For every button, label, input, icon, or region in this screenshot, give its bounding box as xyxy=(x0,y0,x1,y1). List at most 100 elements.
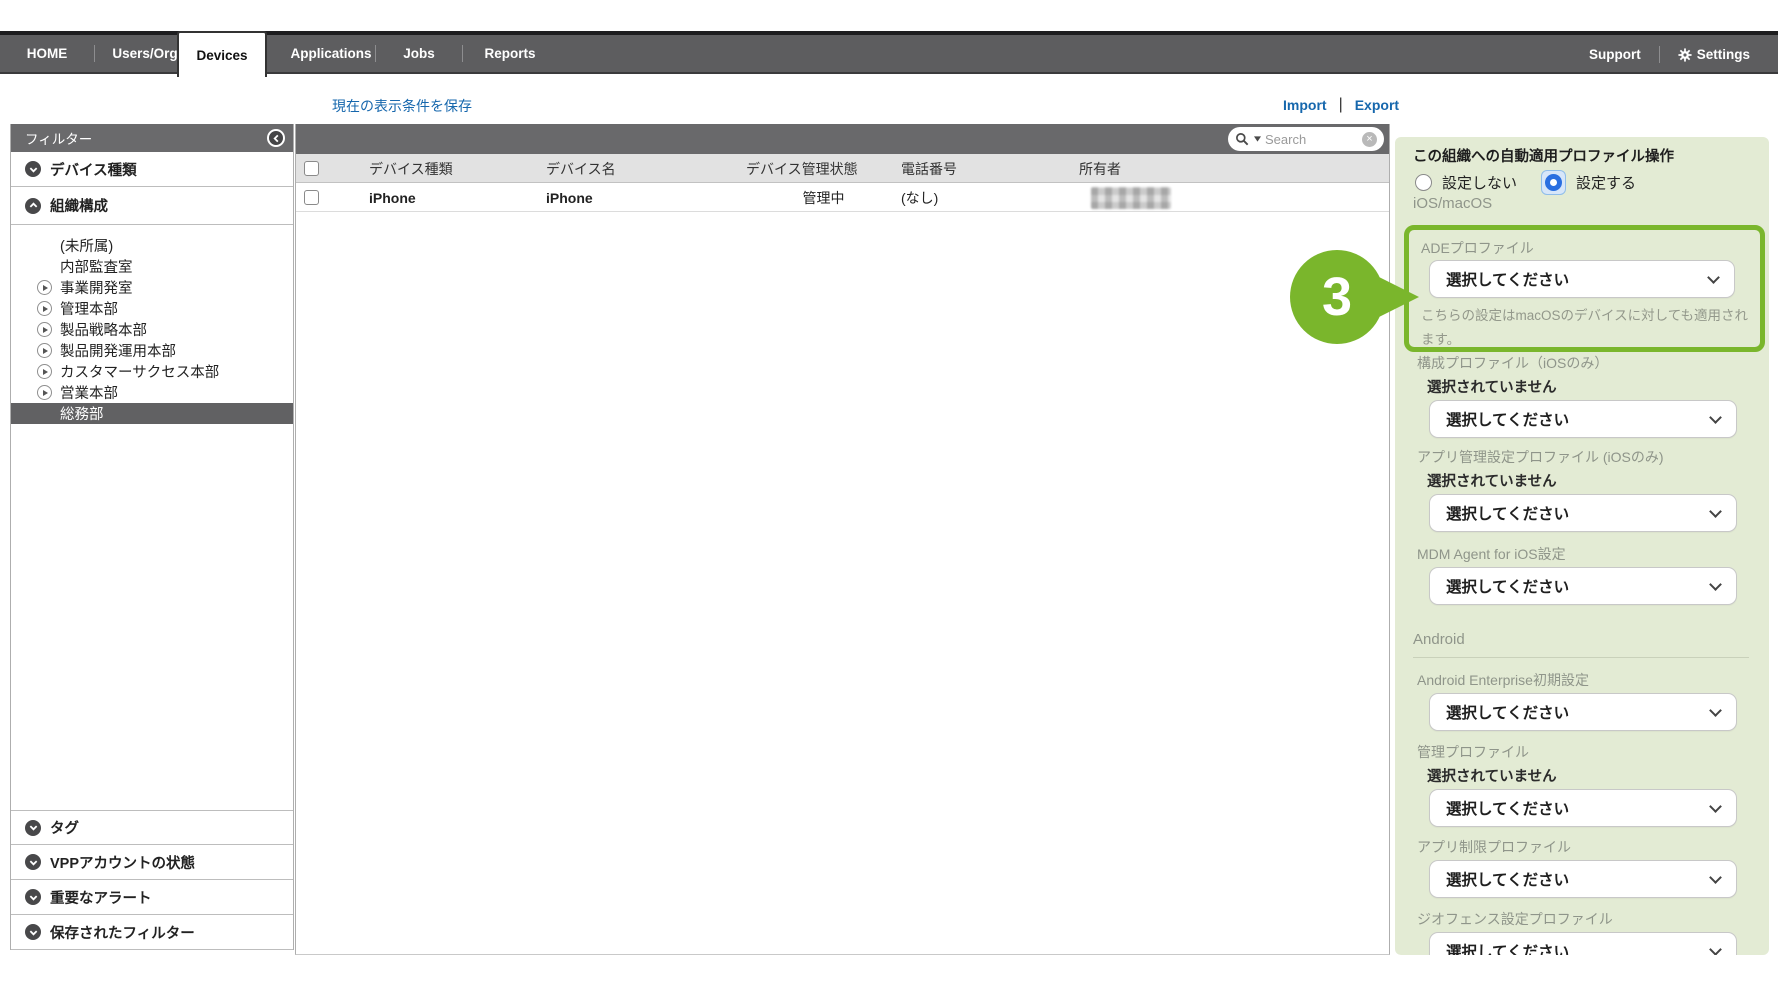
radio-do-not-set[interactable] xyxy=(1415,174,1432,191)
chevron-down-circle-icon xyxy=(25,820,41,836)
radio-set-selected[interactable] xyxy=(1541,170,1566,195)
nav-tab-devices-active[interactable]: Devices xyxy=(177,31,267,77)
import-link[interactable]: Import xyxy=(1283,97,1327,113)
column-header[interactable]: デバイス名 xyxy=(546,154,616,183)
expand-node-icon[interactable] xyxy=(37,343,52,358)
export-link[interactable]: Export xyxy=(1355,97,1399,113)
android-enterprise-select[interactable]: 選択してください xyxy=(1429,693,1737,731)
org-tree-item-product-devops[interactable]: 製品開発運用本部 xyxy=(11,340,293,361)
geofence-profile-label: ジオフェンス設定プロファイル xyxy=(1417,909,1613,929)
gear-icon xyxy=(1678,48,1692,62)
column-header[interactable]: 電話番号 xyxy=(901,154,957,183)
cell-device-name: iPhone xyxy=(546,183,593,212)
callout-number: 3 xyxy=(1289,249,1385,345)
nav-applications[interactable]: Applications xyxy=(287,46,375,61)
org-tree-label: 総務部 xyxy=(60,403,104,424)
cell-mgmt-status: 管理中 xyxy=(746,183,901,212)
select-all-checkbox[interactable] xyxy=(304,161,319,176)
org-tree-label: 事業開発室 xyxy=(60,277,133,298)
save-current-view-link[interactable]: 現在の表示条件を保存 xyxy=(332,96,472,116)
radio-do-not-set-label[interactable]: 設定しない xyxy=(1442,172,1517,193)
select-value: 選択してください xyxy=(1446,502,1711,524)
select-value: 選択してください xyxy=(1446,408,1711,430)
mdm-agent-select[interactable]: 選択してください xyxy=(1429,567,1737,605)
sidebar-collapse-button[interactable] xyxy=(267,129,285,147)
nav-settings[interactable]: Settings xyxy=(1678,47,1750,62)
select-value: 選択してください xyxy=(1446,268,1709,290)
chevron-down-icon xyxy=(1709,704,1722,717)
ade-profile-select[interactable]: 選択してください xyxy=(1429,260,1735,298)
geofence-profile-select[interactable]: 選択してください xyxy=(1429,932,1737,955)
org-tree-item-business-dev[interactable]: 事業開発室 xyxy=(11,277,293,298)
nav-settings-label: Settings xyxy=(1697,47,1750,62)
filter-section-label: 保存されたフィルター xyxy=(50,922,195,943)
org-tree-item-internal-audit[interactable]: 内部監査室 xyxy=(11,256,293,277)
ios-macos-section-header: iOS/macOS xyxy=(1413,195,1492,212)
filter-section-vpp[interactable]: VPPアカウントの状態 xyxy=(11,845,293,880)
chevron-down-icon xyxy=(1709,800,1722,813)
step-3-callout: 3 xyxy=(1289,249,1421,345)
mgmt-profile-label: 管理プロファイル xyxy=(1417,742,1529,762)
search-clear-icon[interactable]: × xyxy=(1362,132,1377,147)
filter-section-alerts[interactable]: 重要なアラート xyxy=(11,880,293,915)
org-tree-item-product-strategy[interactable]: 製品戦略本部 xyxy=(11,319,293,340)
search-input[interactable] xyxy=(1265,132,1358,147)
nav-jobs[interactable]: Jobs xyxy=(376,46,462,61)
chevron-down-icon xyxy=(1709,871,1722,884)
table-row[interactable]: iPhone iPhone 管理中 (なし) xyxy=(296,183,1389,212)
table-header-row: デバイス種類 デバイス名 デバイス管理状態 電話番号 所有者 xyxy=(296,154,1389,183)
nav-support[interactable]: Support xyxy=(1589,47,1641,62)
column-header[interactable]: デバイス種類 xyxy=(369,154,453,183)
chevron-down-circle-icon xyxy=(25,854,41,870)
radio-set-label[interactable]: 設定する xyxy=(1576,172,1636,193)
filter-header: フィルター xyxy=(11,124,293,152)
mgmt-profile-select[interactable]: 選択してください xyxy=(1429,789,1737,827)
column-header[interactable]: 所有者 xyxy=(1079,154,1121,183)
chevron-down-icon xyxy=(1707,271,1720,284)
org-tree-item-sales-hq[interactable]: 営業本部 xyxy=(11,382,293,403)
app-mgmt-profile-not-selected: 選択されていません xyxy=(1427,470,1557,491)
expand-node-icon[interactable] xyxy=(37,322,52,337)
chevron-up-circle-icon xyxy=(25,198,41,214)
filter-section-label: VPPアカウントの状態 xyxy=(50,852,195,873)
nav-home[interactable]: HOME xyxy=(0,46,94,61)
org-tree-item-customer-success[interactable]: カスタマーサクセス本部 xyxy=(11,361,293,382)
filter-section-org[interactable]: 組織構成 xyxy=(11,187,293,225)
android-section-header: Android xyxy=(1413,631,1465,648)
search-icon xyxy=(1235,132,1250,147)
filter-section-saved-filters[interactable]: 保存されたフィルター xyxy=(11,915,293,950)
chevron-down-circle-icon xyxy=(25,161,41,177)
app-mgmt-profile-select[interactable]: 選択してください xyxy=(1429,494,1737,532)
filter-section-label: 重要なアラート xyxy=(50,887,152,908)
chevron-down-circle-icon xyxy=(25,924,41,940)
cell-owner-redacted xyxy=(1091,183,1171,212)
expand-node-icon[interactable] xyxy=(37,280,52,295)
filter-section-label: 組織構成 xyxy=(50,195,108,216)
org-tree-label: 管理本部 xyxy=(60,298,118,319)
expand-node-icon[interactable] xyxy=(37,364,52,379)
select-value: 選択してください xyxy=(1446,701,1711,723)
filter-section-device-type[interactable]: デバイス種類 xyxy=(11,152,293,187)
app-restrict-profile-select[interactable]: 選択してください xyxy=(1429,860,1737,898)
select-value: 選択してください xyxy=(1446,575,1711,597)
org-tree-item-admin-hq[interactable]: 管理本部 xyxy=(11,298,293,319)
column-header[interactable]: デバイス管理状態 xyxy=(746,154,858,183)
search-box[interactable]: × xyxy=(1228,127,1384,151)
org-tree-item-unassigned[interactable]: (未所属) xyxy=(11,235,293,256)
chevron-down-icon xyxy=(1709,505,1722,518)
expand-node-icon[interactable] xyxy=(37,301,52,316)
nav-reports[interactable]: Reports xyxy=(463,46,557,61)
org-tree-item-general-affairs-selected[interactable]: 総務部 xyxy=(11,403,293,424)
filter-section-tag[interactable]: タグ xyxy=(11,810,293,845)
app-mgmt-profile-label: アプリ管理設定プロファイル (iOSのみ) xyxy=(1417,447,1664,467)
expand-node-icon[interactable] xyxy=(37,385,52,400)
section-divider xyxy=(1413,657,1749,658)
select-value: 選択してください xyxy=(1446,797,1711,819)
org-tree-label: カスタマーサクセス本部 xyxy=(60,361,219,382)
row-checkbox[interactable] xyxy=(304,190,319,205)
org-tree-label: (未所属) xyxy=(60,235,113,256)
search-scope-dropdown-icon[interactable] xyxy=(1254,136,1261,142)
ade-help-text: こちらの設定はmacOSのデバイスに対しても適用されます。 xyxy=(1421,304,1751,352)
config-profile-select[interactable]: 選択してください xyxy=(1429,400,1737,438)
chevron-down-icon xyxy=(1709,411,1722,424)
